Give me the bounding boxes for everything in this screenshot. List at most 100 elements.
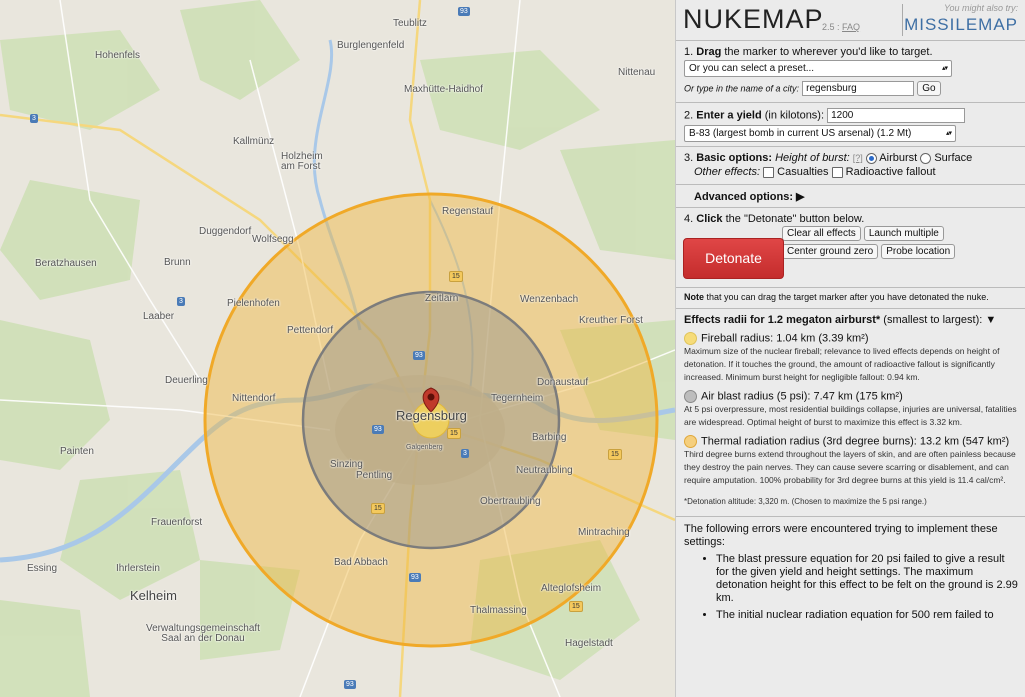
height-label: Height of burst: <box>775 152 850 164</box>
missilemap-link[interactable]: MISSILEMAP <box>904 15 1018 35</box>
town-label: Beratzhausen <box>35 258 97 269</box>
errors-list: The blast pressure equation for 20 psi f… <box>684 553 1018 622</box>
step-2-heading: 2. Enter a yield (in kilotons): 1200 <box>684 108 1018 123</box>
step-4-text: the "Detonate" button below. <box>725 213 865 225</box>
error-item: The blast pressure equation for 20 psi f… <box>716 553 1018 605</box>
step-3: 3. Basic options: Height of burst: [?] A… <box>676 147 1025 185</box>
preset-select[interactable]: Or you can select a preset... <box>684 60 952 77</box>
town-label: Nittenau <box>618 67 656 78</box>
step-4-bold: Click <box>696 213 723 225</box>
launch-multiple-button[interactable]: Launch multiple <box>863 226 944 241</box>
town-label: Deuerling <box>165 375 208 386</box>
town-label: Bad Abbach <box>334 557 388 568</box>
help-link[interactable]: [?] <box>853 153 863 163</box>
town-label: Wenzenbach <box>520 294 579 305</box>
town-label: Kelheim <box>130 588 177 603</box>
step-1-heading: 1. Drag the marker to wherever you'd lik… <box>684 46 1018 58</box>
fallout-checkbox[interactable] <box>831 166 843 178</box>
errors-intro: The following errors were encountered tr… <box>684 523 998 548</box>
fireball-title: Fireball radius: 1.04 km (3.39 km²) <box>701 332 869 345</box>
town-label: Burglengenfeld <box>337 40 405 51</box>
center-ground-zero-button[interactable]: Center ground zero <box>782 244 879 259</box>
effects-section: Effects radii for 1.2 megaton airburst* … <box>676 309 1025 508</box>
altitude-note: *Detonation altitude: 3,320 m. (Chosen t… <box>684 497 927 506</box>
road-shield: 93 <box>372 425 384 434</box>
burst-row: 3. Basic options: Height of burst: [?] A… <box>684 152 1018 164</box>
town-label: Hagelstadt <box>565 638 613 649</box>
fireball-description: Maximum size of the nuclear fireball; re… <box>684 346 1000 382</box>
town-label: Wolfsegg <box>252 234 294 245</box>
fallout-label: Radioactive fallout <box>845 166 936 178</box>
airburst-label: Airburst <box>879 152 918 164</box>
other-effects-label: Other effects: <box>694 166 761 178</box>
town-label: Alteglofsheim <box>541 583 602 594</box>
fireball-legend-icon[interactable] <box>684 332 697 345</box>
errors-section: The following errors were encountered tr… <box>676 516 1025 622</box>
road-shield: 3 <box>30 114 38 123</box>
town-label: Obertraubling <box>480 496 541 507</box>
town-label: Mintraching <box>578 527 630 538</box>
town-label: Donaustauf <box>537 377 589 388</box>
town-label: Pielenhofen <box>227 298 280 309</box>
fireball-effect: Fireball radius: 1.04 km (3.39 km²) <box>684 332 1018 345</box>
road-shield: 15 <box>371 503 385 514</box>
airblast-description: At 5 psi overpressure, most residential … <box>684 404 1017 427</box>
town-label: Verwaltungsgemeinschaft Saal an der Dona… <box>146 623 260 644</box>
clear-effects-button[interactable]: Clear all effects <box>782 226 861 241</box>
step-1: 1. Drag the marker to wherever you'd lik… <box>676 41 1025 103</box>
step-number: 3. <box>684 152 694 164</box>
version-label: 2.5 : FAQ <box>822 22 861 32</box>
casualties-checkbox[interactable] <box>763 166 775 178</box>
town-label: Painten <box>60 446 94 457</box>
bomb-select[interactable]: B-83 (largest bomb in current US arsenal… <box>684 125 956 142</box>
city-input[interactable]: regensburg <box>802 81 915 96</box>
probe-location-button[interactable]: Probe location <box>881 244 956 259</box>
advanced-options[interactable]: Advanced options: ▶ <box>676 185 1025 208</box>
thermal-effect: Thermal radiation radius (3rd degree bur… <box>684 435 1018 448</box>
step-1-text: the marker to wherever you'd like to tar… <box>724 46 933 58</box>
step-number: 4. <box>684 213 694 225</box>
effects-order-toggle[interactable]: (smallest to largest): ▼ <box>883 314 996 326</box>
thermal-description: Third degree burns extend throughout the… <box>684 449 1016 485</box>
surface-label: Surface <box>934 152 973 164</box>
town-label: Barbing <box>532 432 567 443</box>
thermal-legend-icon[interactable] <box>684 435 697 448</box>
step-4-heading: 4. Click the "Detonate" button below. <box>684 213 1018 225</box>
city-row: Or type in the name of a city: regensbur… <box>684 81 1018 96</box>
version-number: 2.5 <box>822 22 835 32</box>
step-3-bold: Basic options: <box>696 152 773 164</box>
faq-link[interactable]: FAQ <box>842 22 860 32</box>
airblast-legend-icon[interactable] <box>684 390 697 403</box>
surface-radio[interactable] <box>920 152 932 164</box>
step-2-bold: Enter a yield <box>696 109 762 122</box>
note-text: that you can drag the target marker afte… <box>706 292 989 302</box>
town-label: Duggendorf <box>199 226 252 237</box>
city-label-regensburg: Regensburg <box>396 408 467 423</box>
control-panel: NUKEMAP 2.5 : FAQ You might also try: MI… <box>675 0 1025 697</box>
road-shield: 15 <box>569 601 583 612</box>
note-bold: Note <box>684 292 704 302</box>
city-label: Or type in the name of a city: <box>684 83 800 94</box>
drag-note: Note that you can drag the target marker… <box>676 288 1025 309</box>
nukemap-logo: NUKEMAP <box>683 4 824 34</box>
error-item: The initial nuclear radiation equation f… <box>716 609 1018 622</box>
effects-heading: Effects radii for 1.2 megaton airburst* … <box>684 314 1018 326</box>
town-label: Maxhütte-Haidhof <box>404 84 483 95</box>
town-label: Zeitlarn <box>425 293 459 304</box>
airburst-radio[interactable] <box>865 152 877 164</box>
casualties-label: Casualties <box>777 166 829 178</box>
detonate-button[interactable]: Detonate <box>683 238 784 279</box>
action-buttons: Clear all effects Launch multiple Center… <box>782 226 972 259</box>
town-label: Essing <box>27 563 58 574</box>
yield-input[interactable]: 1200 <box>827 108 966 123</box>
town-label: Brunn <box>164 257 191 268</box>
town-label: Pentling <box>356 470 393 481</box>
header-divider <box>902 4 903 36</box>
airblast-title: Air blast radius (5 psi): 7.47 km (175 k… <box>701 390 903 403</box>
go-button[interactable]: Go <box>917 81 941 96</box>
road-shield: 3 <box>461 449 469 458</box>
town-label: Regenstauf <box>442 206 494 217</box>
advanced-options-label[interactable]: Advanced options: ▶ <box>694 191 805 203</box>
town-label: Teublitz <box>393 18 427 29</box>
map-area[interactable]: Teublitz Burglengenfeld Hohenfels Maxhüt… <box>0 0 675 697</box>
